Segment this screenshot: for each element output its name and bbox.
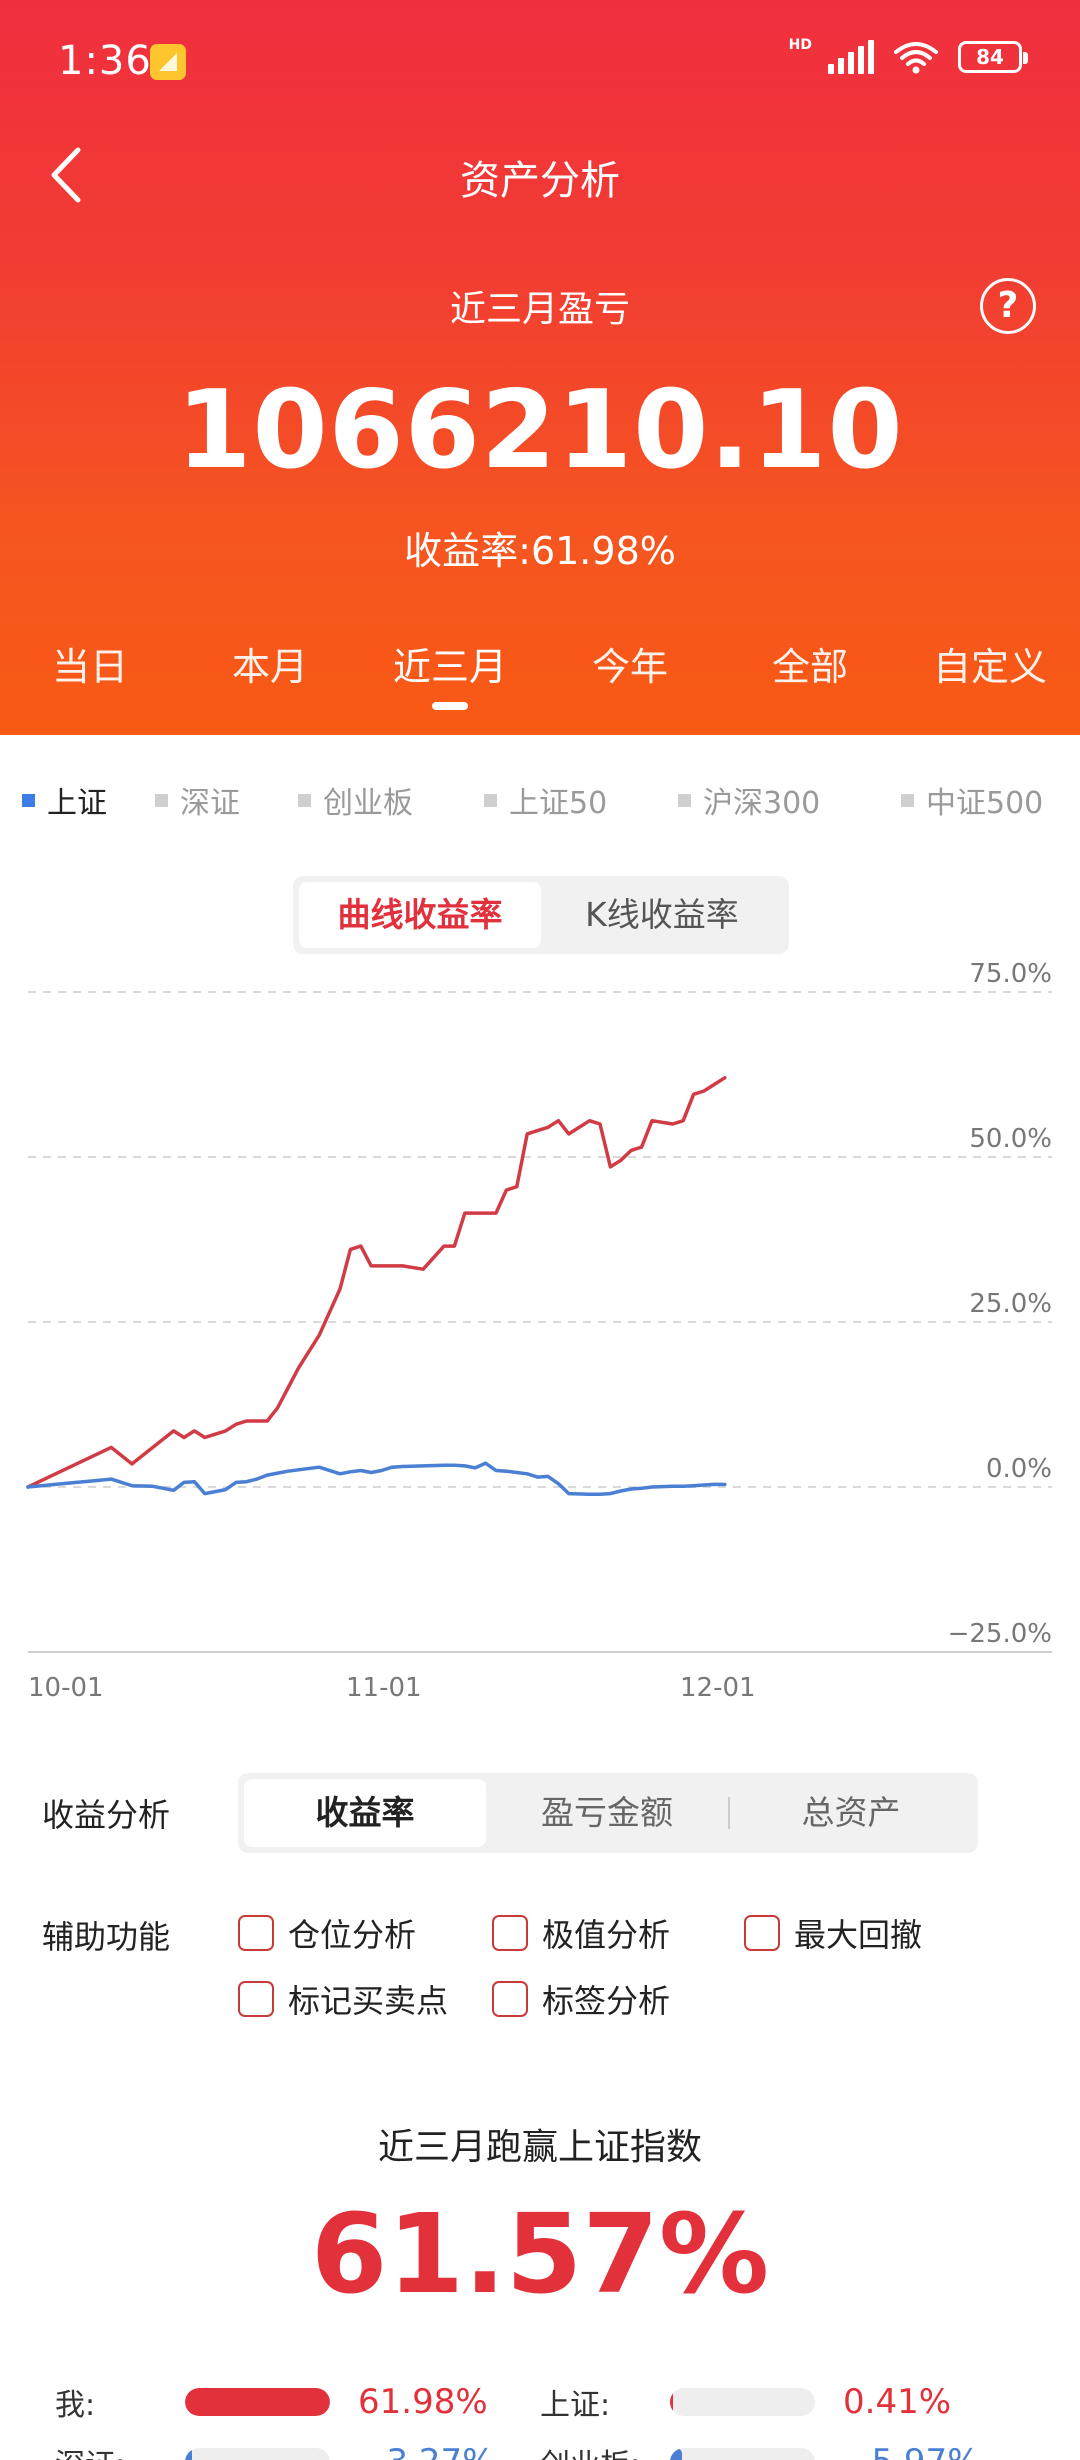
compare-bar bbox=[185, 2388, 330, 2416]
index-chinext[interactable]: 创业板 bbox=[298, 778, 413, 822]
compare-me: 我: 61.98% bbox=[55, 2380, 488, 2424]
index-csi500[interactable]: 中证500 bbox=[901, 778, 1043, 822]
help-icon[interactable]: ? bbox=[980, 278, 1036, 334]
index-csi300[interactable]: 沪深300 bbox=[678, 778, 820, 822]
period-label: 近三月盈亏 bbox=[449, 289, 630, 330]
checkbox-label: 极值分析 bbox=[542, 1916, 671, 1954]
compare-bar bbox=[185, 2448, 330, 2460]
header-panel: 1:36 HD 84 资产分析 近三月盈亏 ? 1066210.10 收益率:6… bbox=[0, 0, 1080, 735]
sse-index-line bbox=[26, 1461, 727, 1497]
index-label: 创业板 bbox=[323, 786, 413, 821]
compare-value: −3.27% bbox=[358, 2442, 495, 2460]
signal-icon bbox=[828, 40, 874, 74]
hd-indicator: HD bbox=[788, 37, 812, 53]
compare-bar-fill bbox=[670, 2388, 673, 2416]
tag-analysis-checkbox[interactable]: 标签分析 bbox=[492, 1976, 670, 2022]
checkbox-icon bbox=[744, 1915, 780, 1951]
position-analysis-checkbox[interactable]: 仓位分析 bbox=[238, 1910, 416, 1956]
compare-bar-fill bbox=[185, 2388, 330, 2416]
status-time: 1:36 bbox=[58, 38, 152, 84]
analysis-selector: 收益率 盈亏金额 总资产 bbox=[238, 1773, 978, 1853]
beat-index-title: 近三月跑赢上证指数 bbox=[377, 2127, 702, 2168]
checkbox-label: 标签分析 bbox=[542, 1982, 671, 2020]
checkbox-label: 标记买卖点 bbox=[288, 1982, 449, 2020]
compare-label: 我: bbox=[55, 2388, 96, 2423]
index-sse[interactable]: 上证 bbox=[22, 778, 107, 822]
compare-bar bbox=[670, 2388, 815, 2416]
extreme-analysis-checkbox[interactable]: 极值分析 bbox=[492, 1910, 670, 1956]
portfolio-return-line bbox=[26, 1076, 727, 1489]
period-tabs: 当日 本月 近三月 今年 全部 自定义 bbox=[0, 630, 1080, 710]
x-tick-label: 10-01 bbox=[28, 1673, 104, 1703]
legend-marker bbox=[901, 793, 914, 807]
tab-this-month[interactable]: 本月 bbox=[180, 630, 360, 710]
index-selector: 上证 深证 创业板 上证50 沪深300 中证500 bbox=[0, 778, 1080, 828]
compare-bar-fill bbox=[185, 2448, 193, 2460]
y-tick-label: 50.0% bbox=[969, 1124, 1052, 1154]
y-tick-label: 0.0% bbox=[986, 1454, 1052, 1484]
x-tick-label: 12-01 bbox=[680, 1673, 756, 1703]
index-label: 上证 bbox=[47, 786, 107, 821]
checkbox-label: 仓位分析 bbox=[288, 1916, 417, 1954]
legend-marker bbox=[155, 793, 168, 807]
legend-marker bbox=[678, 793, 691, 807]
return-rate: 收益率:61.98% bbox=[0, 520, 1080, 575]
analysis-label: 收益分析 bbox=[42, 1796, 171, 1834]
index-szse[interactable]: 深证 bbox=[155, 778, 240, 822]
max-drawdown-checkbox[interactable]: 最大回撤 bbox=[744, 1910, 922, 1956]
index-label: 中证500 bbox=[926, 786, 1044, 821]
curve-return-button[interactable]: 曲线收益率 bbox=[299, 882, 541, 948]
total-assets-option[interactable]: 总资产 bbox=[730, 1779, 972, 1847]
wifi-icon bbox=[894, 42, 938, 74]
index-label: 深证 bbox=[180, 786, 240, 821]
compare-bar bbox=[670, 2448, 815, 2460]
compare-value: 61.98% bbox=[358, 2382, 488, 2422]
index-label: 上证50 bbox=[509, 786, 608, 821]
tab-last-three-months[interactable]: 近三月 bbox=[360, 630, 540, 710]
legend-marker bbox=[22, 793, 35, 807]
compare-chinext: 创业板: −5.97% bbox=[540, 2440, 980, 2460]
return-rate-option[interactable]: 收益率 bbox=[244, 1779, 486, 1847]
compare-label: 深证: bbox=[55, 2440, 185, 2460]
aux-label: 辅助功能 bbox=[42, 1918, 171, 1956]
legend-marker bbox=[484, 793, 497, 807]
checkbox-icon bbox=[492, 1915, 528, 1951]
compare-label: 创业板: bbox=[540, 2440, 670, 2460]
status-bar: 1:36 HD 84 bbox=[0, 0, 1080, 130]
return-rate-value: 61.98% bbox=[530, 529, 676, 573]
profit-amount-option[interactable]: 盈亏金额 bbox=[486, 1779, 728, 1847]
return-chart[interactable]: 75.0% 50.0% 25.0% 0.0% −25.0% 10-01 11-01 12-01 bbox=[0, 940, 1080, 1720]
tab-custom[interactable]: 自定义 bbox=[900, 630, 1080, 710]
checkbox-icon bbox=[492, 1981, 528, 2017]
index-label: 沪深300 bbox=[703, 786, 821, 821]
notification-icon bbox=[150, 44, 186, 80]
legend-marker bbox=[298, 793, 311, 807]
compare-label: 上证: bbox=[540, 2388, 611, 2423]
return-rate-label: 收益率: bbox=[404, 529, 531, 573]
compare-value: −5.97% bbox=[843, 2442, 980, 2460]
y-tick-label: −25.0% bbox=[948, 1619, 1052, 1649]
y-tick-label: 75.0% bbox=[969, 959, 1052, 989]
nav-bar: 资产分析 bbox=[0, 130, 1080, 220]
beat-index-value: 61.57% bbox=[310, 2190, 770, 2318]
battery-level: 84 bbox=[976, 45, 1004, 69]
index-sse50[interactable]: 上证50 bbox=[484, 778, 607, 822]
battery-icon: 84 bbox=[958, 41, 1028, 73]
tab-this-year[interactable]: 今年 bbox=[540, 630, 720, 710]
compare-szse: 深证: −3.27% bbox=[55, 2440, 495, 2460]
tab-all[interactable]: 全部 bbox=[720, 630, 900, 710]
tab-today[interactable]: 当日 bbox=[0, 630, 180, 710]
compare-sse: 上证: 0.41% bbox=[540, 2380, 951, 2424]
x-tick-label: 11-01 bbox=[346, 1673, 422, 1703]
checkbox-icon bbox=[238, 1981, 274, 2017]
checkbox-label: 最大回撤 bbox=[794, 1916, 923, 1954]
checkbox-icon bbox=[238, 1915, 274, 1951]
profit-value: 1066210.10 bbox=[176, 368, 904, 493]
page-title: 资产分析 bbox=[460, 158, 620, 204]
mark-trades-checkbox[interactable]: 标记买卖点 bbox=[238, 1976, 448, 2022]
kline-return-button[interactable]: K线收益率 bbox=[541, 882, 783, 948]
compare-bar-fill bbox=[670, 2448, 682, 2460]
y-tick-label: 25.0% bbox=[969, 1289, 1052, 1319]
compare-value: 0.41% bbox=[843, 2382, 952, 2422]
